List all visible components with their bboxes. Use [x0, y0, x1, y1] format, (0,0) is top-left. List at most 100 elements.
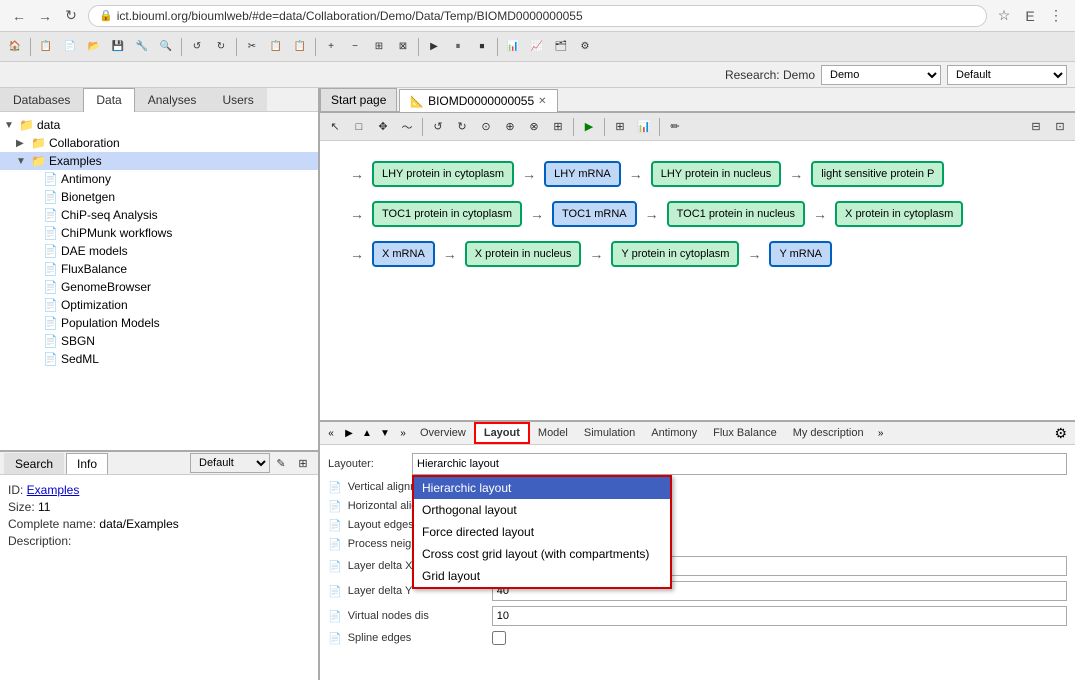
forward-button[interactable]: → [34, 5, 56, 27]
option-crosscost[interactable]: Cross cost grid layout (with compartment… [414, 543, 670, 565]
tab-data[interactable]: Data [83, 88, 134, 112]
gear-icon[interactable]: ⚙ [1048, 423, 1073, 444]
layouter-select-wrapper[interactable]: Hierarchic layout Orthogonal layout Forc… [412, 453, 1067, 475]
back-button[interactable]: ← [8, 5, 30, 27]
props-tab-mydesc[interactable]: My description [785, 424, 872, 442]
diag-delete[interactable]: ⊗ [523, 116, 545, 138]
tree-item-dae[interactable]: 📄 DAE models [0, 242, 318, 260]
tab-close-biomd[interactable]: ✕ [538, 96, 546, 107]
diagram-canvas[interactable]: → LHY protein in cytoplasm → LHY mRNA → … [320, 141, 1075, 420]
node-x-nuc[interactable]: X protein in nucleus [465, 241, 582, 267]
tree-item-genomebrowser[interactable]: 📄 GenomeBrowser [0, 278, 318, 296]
splineedges-checkbox[interactable] [492, 631, 506, 645]
tree-item-population[interactable]: 📄 Population Models [0, 314, 318, 332]
tb17[interactable]: ⏸ [447, 36, 469, 58]
edit-layout-btn[interactable]: ✎ [270, 452, 292, 474]
option-grid[interactable]: Grid layout [414, 565, 670, 587]
tree-item-examples[interactable]: ▼ 📁 Examples [0, 152, 318, 170]
info-id-value[interactable]: Examples [27, 483, 80, 497]
tb6[interactable]: 🔍 [155, 36, 177, 58]
bookmark-button[interactable]: ☆ [993, 5, 1015, 27]
diag-redo[interactable]: ↻ [451, 116, 473, 138]
tb18[interactable]: ⏹ [471, 36, 493, 58]
props-tab-simulation[interactable]: Simulation [576, 424, 643, 442]
tree-item-optimization[interactable]: 📄 Optimization [0, 296, 318, 314]
profile-button[interactable]: E [1019, 5, 1041, 27]
tree-item-bionetgen[interactable]: 📄 Bionetgen [0, 188, 318, 206]
tb11[interactable]: 📋 [289, 36, 311, 58]
props-nav-right[interactable]: » [394, 424, 412, 442]
node-lhy-nuc[interactable]: LHY protein in nucleus [651, 161, 781, 187]
tb21[interactable]: 🗂 [550, 36, 572, 58]
props-tab-overview[interactable]: Overview [412, 424, 474, 442]
tree-item-data[interactable]: ▼ 📁 data [0, 116, 318, 134]
layout-options-btn[interactable]: ⊞ [292, 452, 314, 474]
node-y-mrna[interactable]: Y mRNA [769, 241, 832, 267]
option-hierarchic[interactable]: Hierarchic layout [414, 477, 670, 499]
diag-path[interactable]: 〜 [396, 116, 418, 138]
option-orthogonal[interactable]: Orthogonal layout [414, 499, 670, 521]
props-control-btn[interactable]: ▶ [340, 424, 358, 442]
tab-biomd[interactable]: 📐 BIOMD0000000055 ✕ [399, 89, 557, 112]
tree-item-sedml[interactable]: 📄 SedML [0, 350, 318, 368]
layout-select[interactable]: Default [190, 453, 270, 473]
virtualnodes-input[interactable] [492, 606, 1067, 626]
tb16[interactable]: ▶ [423, 36, 445, 58]
tb12[interactable]: + [320, 36, 342, 58]
tree-item-collaboration[interactable]: ▶ 📁 Collaboration [0, 134, 318, 152]
props-nav-left[interactable]: « [322, 424, 340, 442]
diag-paste[interactable]: ⊕ [499, 116, 521, 138]
node-x-mrna[interactable]: X mRNA [372, 241, 435, 267]
diag-copy[interactable]: ⊙ [475, 116, 497, 138]
tb9[interactable]: ✂ [241, 36, 263, 58]
tab-start-page[interactable]: Start page [320, 88, 397, 111]
node-toc1-cyto[interactable]: TOC1 protein in cytoplasm [372, 201, 522, 227]
tb8[interactable]: ↻ [210, 36, 232, 58]
reload-button[interactable]: ↻ [60, 5, 82, 27]
tb22[interactable]: ⚙ [574, 36, 596, 58]
tb5[interactable]: 🔧 [131, 36, 153, 58]
tab-search[interactable]: Search [4, 453, 64, 474]
props-tab-more[interactable]: » [872, 424, 890, 442]
diag-pen[interactable]: ✏ [664, 116, 686, 138]
diag-undo[interactable]: ↺ [427, 116, 449, 138]
tb2[interactable]: 📄 [59, 36, 81, 58]
diag-chart[interactable]: 📊 [633, 116, 655, 138]
option-force[interactable]: Force directed layout [414, 521, 670, 543]
props-tab-antimony[interactable]: Antimony [643, 424, 705, 442]
node-toc1-mrna[interactable]: TOC1 mRNA [552, 201, 637, 227]
tree-item-chipseq[interactable]: 📄 ChiP-seq Analysis [0, 206, 318, 224]
tb14[interactable]: ⊞ [368, 36, 390, 58]
diag-move[interactable]: ✥ [372, 116, 394, 138]
layouter-select[interactable]: Hierarchic layout Orthogonal layout Forc… [412, 453, 1067, 475]
diag-layout-view[interactable]: ⊟ [1025, 116, 1047, 138]
node-lhy-mrna[interactable]: LHY mRNA [544, 161, 621, 187]
tree-item-fluxbalance[interactable]: 📄 FluxBalance [0, 260, 318, 278]
default-select[interactable]: Default [947, 65, 1067, 85]
tb3[interactable]: 📂 [83, 36, 105, 58]
diag-zoom-fit[interactable]: ⊞ [547, 116, 569, 138]
tb19[interactable]: 📊 [502, 36, 524, 58]
node-lhy-cyto[interactable]: LHY protein in cytoplasm [372, 161, 514, 187]
tree-item-antimony[interactable]: 📄 Antimony [0, 170, 318, 188]
tab-info[interactable]: Info [66, 453, 108, 474]
logo-btn[interactable]: 🏠 [4, 36, 26, 58]
tb13[interactable]: − [344, 36, 366, 58]
props-up-btn[interactable]: ▲ [358, 424, 376, 442]
diag-table[interactable]: ⊞ [609, 116, 631, 138]
props-tab-model[interactable]: Model [530, 424, 576, 442]
tab-users[interactable]: Users [209, 88, 266, 111]
tree-item-chipmunk[interactable]: 📄 ChiPMunk workflows [0, 224, 318, 242]
tb15[interactable]: ⊠ [392, 36, 414, 58]
props-down-btn[interactable]: ▼ [376, 424, 394, 442]
props-tab-layout[interactable]: Layout [474, 422, 530, 444]
diag-pointer[interactable]: ↖ [324, 116, 346, 138]
diag-play[interactable]: ▶ [578, 116, 600, 138]
menu-button[interactable]: ⋮ [1045, 5, 1067, 27]
tb1[interactable]: 📋 [35, 36, 57, 58]
tb10[interactable]: 📋 [265, 36, 287, 58]
node-toc1-nuc[interactable]: TOC1 protein in nucleus [667, 201, 805, 227]
tb4[interactable]: 💾 [107, 36, 129, 58]
node-x-cyto[interactable]: X protein in cytoplasm [835, 201, 963, 227]
tab-databases[interactable]: Databases [0, 88, 83, 111]
